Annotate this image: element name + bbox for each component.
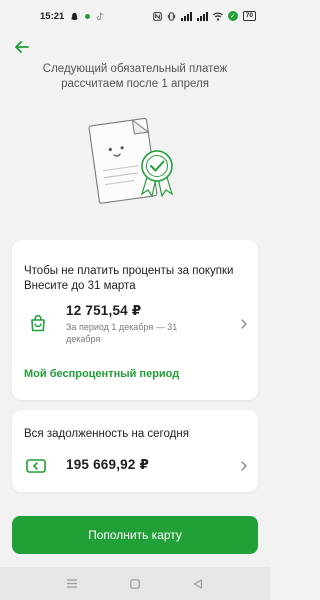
arrow-left-icon [15, 41, 29, 53]
notification-dot-icon [85, 13, 91, 19]
interest-free-title: Чтобы не платить проценты за покупки Вне… [24, 265, 234, 292]
back-nav-button[interactable] [188, 574, 208, 594]
nfc-icon [153, 11, 162, 21]
interest-free-card: Чтобы не платить проценты за покупки Вне… [12, 240, 258, 400]
vibrate-icon [167, 11, 176, 21]
menu-icon [66, 579, 77, 588]
shield-icon: ✓ [227, 11, 238, 21]
home-square-icon [130, 578, 140, 589]
battery-indicator: 70 [242, 11, 256, 21]
document-with-badge-illustration [76, 110, 196, 210]
interest-free-amount: 12 751,54 ₽ [66, 303, 142, 318]
total-debt-title: Вся задолженность на сегодня [24, 428, 189, 440]
wifi-icon [212, 12, 223, 21]
total-debt-chevron[interactable] [238, 460, 250, 472]
status-time: 15:21 [40, 10, 65, 22]
signal-icon [180, 11, 192, 21]
chevron-right-icon [241, 461, 247, 471]
home-nav-button[interactable] [125, 574, 145, 594]
menu-nav-button[interactable] [62, 574, 82, 594]
chevron-right-icon [241, 319, 247, 329]
card-arrow-icon [26, 456, 46, 476]
next-payment-message: Следующий обязательный платеж рассчитаем… [42, 63, 228, 90]
total-debt-amount: 195 669,92 ₽ [66, 457, 150, 472]
system-nav-bar [0, 567, 270, 600]
shopping-bag-icon [28, 313, 48, 333]
back-triangle-icon [194, 578, 203, 589]
snapchat-icon [70, 12, 79, 21]
signal-2-icon [196, 11, 208, 21]
status-bar: 15:21 ✓ 70 [0, 0, 270, 32]
interest-free-period: За период 1 декабря — 31 декабря [66, 322, 178, 344]
total-debt-card: Вся задолженность на сегодня 195 669,92 … [12, 410, 258, 492]
interest-free-period-link[interactable]: Мой беспроцентный период [24, 368, 179, 380]
top-up-card-button[interactable]: Пополнить карту [12, 516, 258, 554]
interest-free-chevron[interactable] [238, 318, 250, 330]
tiktok-icon [96, 11, 104, 21]
back-button[interactable] [12, 37, 32, 57]
